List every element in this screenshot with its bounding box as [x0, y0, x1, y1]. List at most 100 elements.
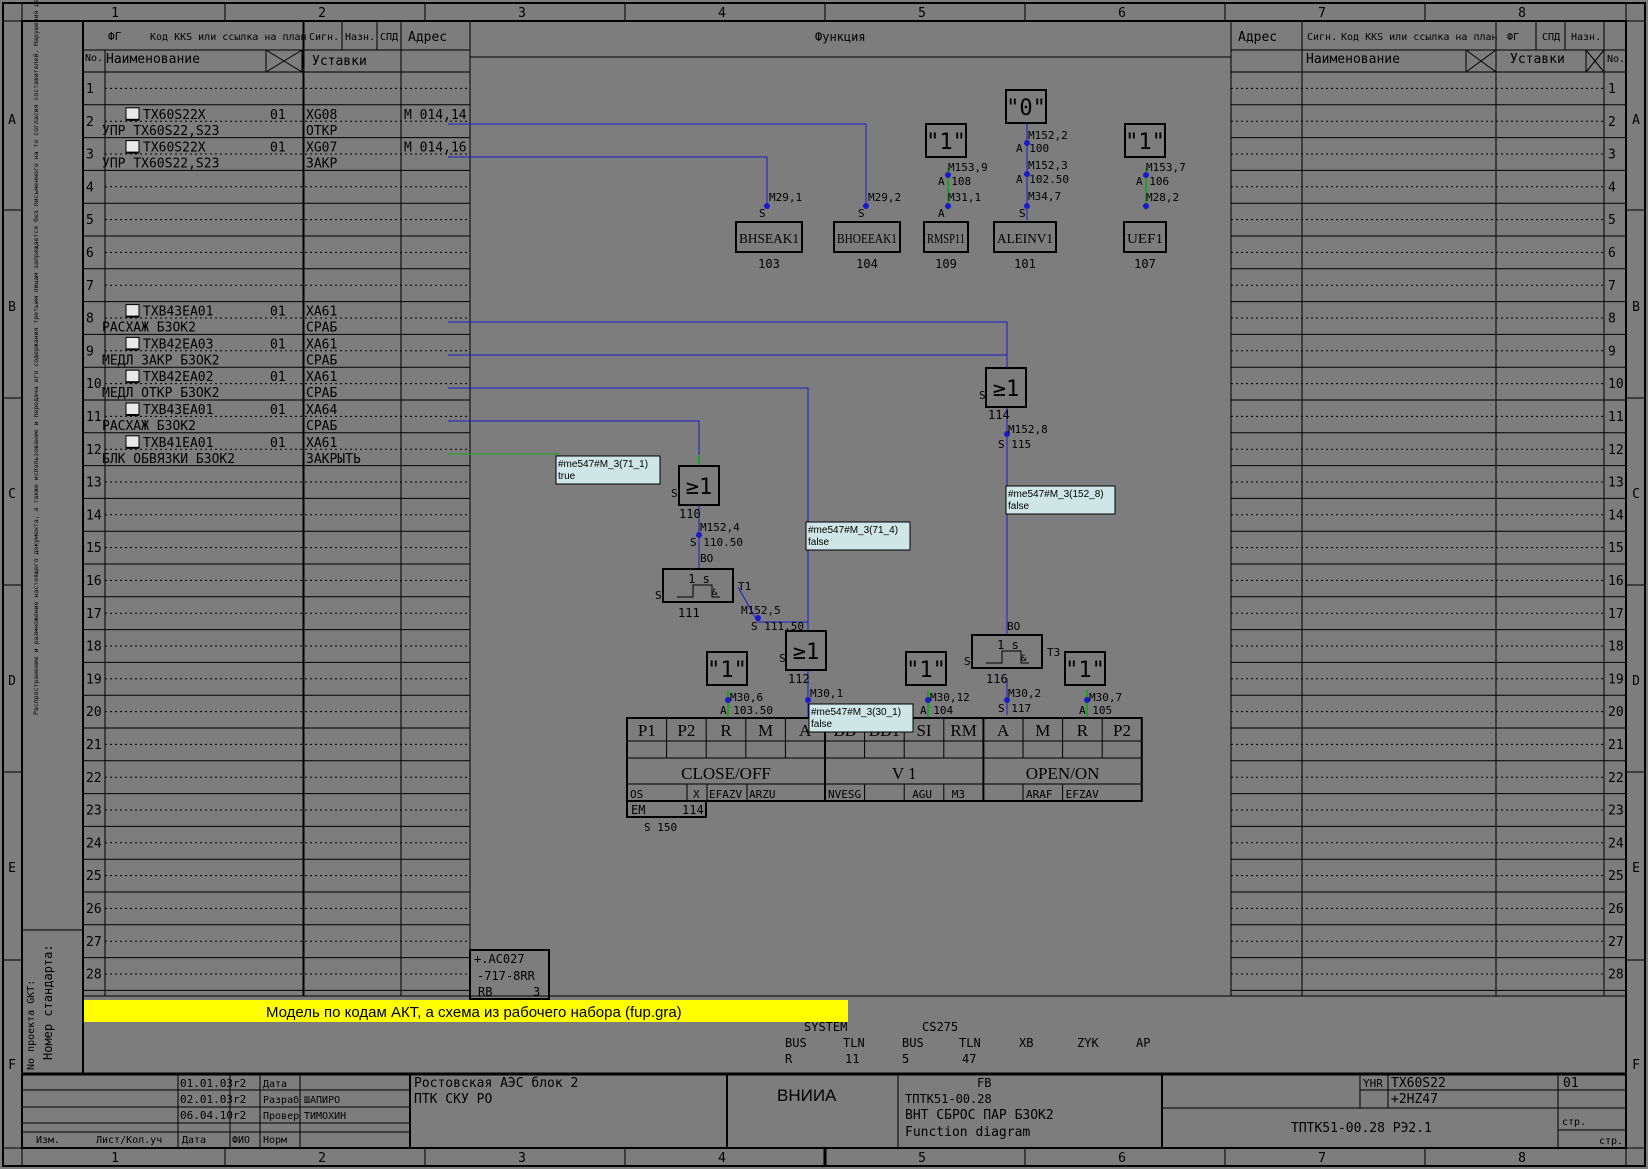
block-label: BHOEEAK1: [837, 232, 897, 247]
t3-num: 116: [986, 672, 1008, 686]
signal-kks: TXB41EA01: [143, 436, 213, 451]
cs-label: CS275: [922, 1020, 958, 1034]
tb-l2: Разраб: [263, 1094, 299, 1106]
row-number: 8: [86, 312, 94, 327]
tb-h1: Изм.: [36, 1135, 60, 1146]
signal-checkbox[interactable]: [125, 107, 140, 121]
tt4-line1: #me547#M_3(30_1): [811, 707, 901, 718]
or-112-label: ≥1: [793, 640, 820, 665]
tooltip-71-1[interactable]: #me547#M_3(71_1) true: [555, 455, 661, 485]
row-number: 1: [86, 82, 94, 97]
tooltip-30-1[interactable]: #me547#M_3(30_1) false: [808, 703, 914, 733]
drive-header-2: R: [720, 721, 732, 740]
col-5-label-bottom: 5: [918, 1151, 926, 1166]
ref-l1: +.AC027: [474, 952, 525, 966]
row-E-label-right: E: [1632, 861, 1640, 876]
drive-header-7: SI: [916, 721, 931, 740]
signal-checkbox[interactable]: [125, 369, 140, 383]
signal-ustavka: СРАБ: [306, 321, 337, 336]
row-number-right: 14: [1608, 508, 1624, 523]
col-2-label-bottom: 2: [318, 1151, 326, 1166]
signal-name: УПР TX60S22,S23: [102, 124, 219, 139]
k1-pin: M30,6: [730, 691, 763, 704]
signal-checkbox[interactable]: [125, 140, 140, 154]
tt3-line2: false: [1008, 501, 1030, 512]
tb-str1: стр.: [1562, 1117, 1586, 1128]
hdr-r-sign: Сигн.: [1307, 32, 1337, 43]
block-label: ALEINV1: [997, 232, 1053, 247]
col-1-label-bottom: 1: [111, 1151, 119, 1166]
hdr-r-spd: СПД: [1542, 32, 1560, 43]
hdr-kks: Код KKS или ссылка на план: [150, 32, 307, 43]
col-1-label: 1: [111, 6, 119, 21]
row-number: 11: [86, 410, 102, 425]
signal-fg: 01: [270, 403, 286, 418]
svg-text:S: S: [655, 589, 662, 602]
zyk-label: ZYK: [1077, 1036, 1099, 1050]
row-number-right: 6: [1608, 246, 1616, 261]
tb-subtitle: Function diagram: [905, 1125, 1030, 1140]
drive-cell: OS: [630, 788, 643, 801]
t3-label: 1 s: [997, 638, 1019, 652]
hdr-r-no: No.: [1607, 54, 1625, 65]
hdr-addr: Адрес: [408, 30, 447, 45]
drive-s150: S 150: [644, 821, 677, 834]
pin-bhseak1-prefix: S: [759, 207, 766, 220]
row-number: 5: [86, 213, 94, 228]
hdr-r-ustavki: Уставки: [1510, 52, 1565, 67]
const-1-text-b: "1": [1125, 130, 1165, 155]
hdr-r-name: Наименование: [1306, 52, 1400, 67]
tooltip-71-4[interactable]: #me547#M_3(71_4) false: [805, 521, 911, 551]
row-number-right: 2: [1608, 115, 1616, 130]
row-number-right: 23: [1608, 804, 1624, 819]
const-1-text-k3: "1": [1065, 658, 1105, 683]
row-C-label-right: C: [1632, 487, 1640, 502]
row-number-right: 17: [1608, 607, 1624, 622]
k2-pinb: A 104: [920, 704, 953, 717]
const-1-box-a: "1": [925, 123, 967, 158]
col-8-label-bottom: 8: [1518, 1151, 1526, 1166]
tt2-line2: false: [808, 537, 830, 548]
hdr-sign: Сигн.: [309, 32, 339, 43]
row-number: 14: [86, 508, 102, 523]
const-1-text-k2: "1": [906, 658, 946, 683]
signal-checkbox[interactable]: [125, 336, 140, 350]
signal-sign: XA61: [306, 337, 337, 352]
ref-l4: 3: [533, 985, 540, 999]
drive-group-0: CLOSE/OFF: [681, 764, 771, 783]
bus1-label: BUS: [785, 1036, 807, 1050]
signal-checkbox[interactable]: [125, 435, 140, 449]
col-6-label-bottom: 6: [1118, 1151, 1126, 1166]
col-4-label: 4: [718, 6, 726, 21]
val-5: 5: [902, 1052, 909, 1066]
signal-kks: TXB43EA01: [143, 305, 213, 320]
row-number: 6: [86, 246, 94, 261]
row-B-label-right: B: [1632, 300, 1640, 315]
signal-fg: 01: [270, 141, 286, 156]
block-number: 101: [1014, 257, 1036, 271]
row-number: 3: [86, 148, 94, 163]
signal-name: МЕДЛ ОТКР БЗОК2: [102, 386, 219, 401]
signal-checkbox[interactable]: [125, 304, 140, 318]
svg-text:S: S: [979, 389, 986, 402]
drive-header-11: R: [1077, 721, 1089, 740]
tb-l1: Дата: [263, 1079, 287, 1090]
t1-name: T1: [738, 580, 751, 593]
function-diagram-sheet: 1 2 3 4 5 6 7 8 1 2 3 4 5 6 7 8 A B C D …: [0, 0, 1648, 1169]
or-110-pin: M152,4: [700, 521, 740, 534]
row-C-label: C: [8, 487, 16, 502]
signal-addr: M 014,14: [404, 108, 467, 123]
tln2-label: TLN: [959, 1036, 981, 1050]
tb-h4: ФИО: [232, 1135, 250, 1146]
tb-d3: 06.04.10: [180, 1109, 233, 1122]
signal-checkbox[interactable]: [125, 402, 140, 416]
tb-kks: TX60S22: [1391, 1076, 1446, 1091]
tooltip-152-8[interactable]: #me547#M_3(152_8) false: [1005, 485, 1116, 515]
hdr-r-nazn: Назн.: [1571, 32, 1601, 43]
row-number-right: 3: [1608, 148, 1616, 163]
drive-group-1: V 1: [892, 764, 917, 783]
hdr-name: Наименование: [106, 52, 200, 67]
row-number-right: 26: [1608, 902, 1624, 917]
block-label: BHSEAK1: [739, 232, 799, 247]
signal-fg: 01: [270, 370, 286, 385]
